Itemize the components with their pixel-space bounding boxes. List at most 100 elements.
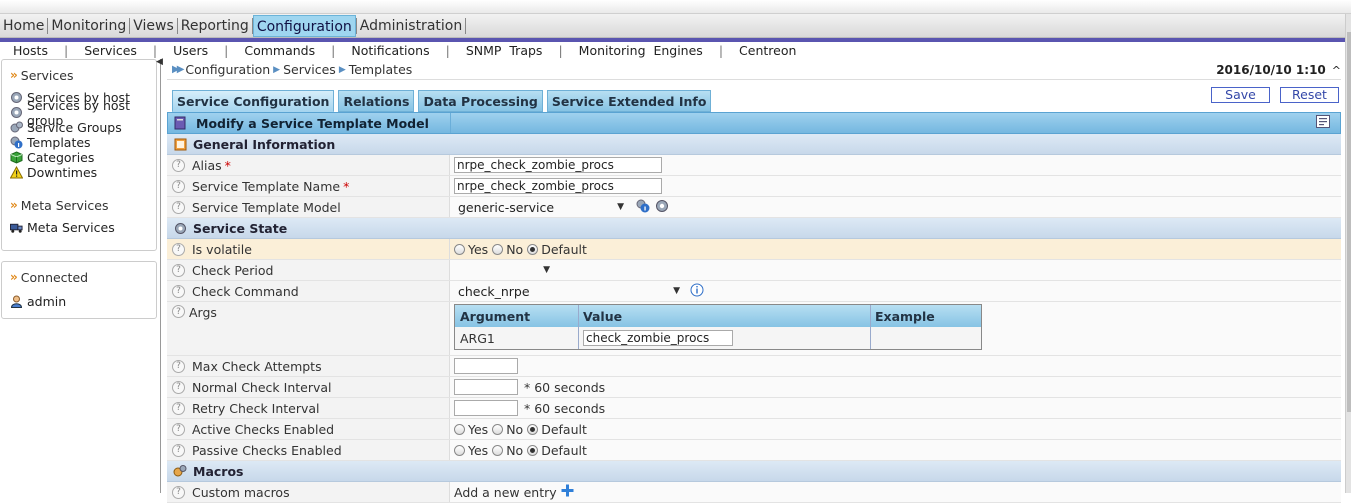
- help-icon[interactable]: ?: [172, 242, 185, 256]
- row-check-period: ? Check Period ▼: [167, 260, 1341, 281]
- double-chevron-icon: »: [10, 270, 18, 284]
- tab-service-configuration[interactable]: Service Configuration: [172, 90, 335, 112]
- arrow-right-icon: ▶: [273, 64, 281, 75]
- template-model-select[interactable]: generic-service ▼: [454, 198, 628, 216]
- tab-relations[interactable]: Relations: [338, 90, 415, 112]
- submenu-commands[interactable]: Commands: [244, 43, 315, 58]
- plus-icon[interactable]: [561, 484, 574, 500]
- help-icon[interactable]: ?: [172, 359, 185, 373]
- submenu-services[interactable]: Services: [84, 43, 137, 58]
- passive-yes-radio[interactable]: [454, 444, 465, 456]
- save-button[interactable]: Save: [1211, 87, 1270, 103]
- row-template-name: ? Service Template Name *: [167, 176, 1341, 197]
- submenu-monitoring-engines[interactable]: Monitoring Engines: [579, 43, 703, 58]
- gears-icon: [173, 464, 187, 478]
- required-marker: *: [343, 178, 350, 194]
- alias-input[interactable]: [454, 157, 662, 173]
- menu-administration[interactable]: Administration: [357, 15, 465, 37]
- gear-icon[interactable]: [655, 199, 669, 216]
- sidebar-item-downtimes[interactable]: Downtimes: [10, 165, 156, 180]
- submenu-notifications[interactable]: Notifications: [351, 43, 429, 58]
- help-icon[interactable]: ?: [172, 200, 185, 214]
- form-title-bar: Modify a Service Template Model: [167, 112, 1341, 134]
- passive-no-radio[interactable]: [492, 444, 504, 456]
- scrollbar-thumb[interactable]: [1347, 32, 1351, 412]
- menu-configuration[interactable]: Configuration: [252, 14, 356, 37]
- row-passive-checks: ? Passive Checks Enabled Yes No Default: [167, 440, 1341, 461]
- service-template-form: Modify a Service Template Model General …: [167, 112, 1341, 503]
- sidebar-item-meta-services[interactable]: Meta Services: [10, 220, 156, 235]
- tab-bar: Service Configuration Relations Data Pro…: [172, 90, 712, 112]
- row-args: ? Args Argument Value Example ARG1: [167, 302, 1341, 356]
- max-check-attempts-input[interactable]: [454, 358, 518, 374]
- help-icon[interactable]: ?: [172, 401, 185, 415]
- menu-reporting[interactable]: Reporting: [178, 15, 252, 37]
- sidebar-item-templates[interactable]: Templates: [10, 135, 156, 150]
- sidebar-connected-box: » Connected admin: [1, 261, 157, 319]
- help-icon[interactable]: ?: [172, 158, 185, 172]
- sidebar-item-categories[interactable]: Categories: [10, 150, 156, 165]
- active-no-radio[interactable]: [492, 423, 504, 435]
- page-scrollbar[interactable]: [1345, 14, 1351, 493]
- breadcrumb-services[interactable]: Services: [283, 62, 336, 77]
- submenu-hosts[interactable]: Hosts: [13, 43, 48, 58]
- template-info-icon: [10, 136, 23, 149]
- submenu-centreon[interactable]: Centreon: [739, 43, 796, 58]
- sidebar-services-header: » Services: [10, 66, 156, 84]
- template-name-input[interactable]: [454, 178, 662, 194]
- active-default-radio[interactable]: [527, 423, 539, 435]
- volatile-no-radio[interactable]: [492, 243, 504, 255]
- caret-up-icon[interactable]: ^: [1332, 64, 1341, 77]
- form-icon: [173, 137, 187, 151]
- tab-service-extended-info[interactable]: Service Extended Info: [546, 90, 712, 112]
- book-icon: [174, 116, 188, 130]
- help-icon[interactable]: ?: [172, 284, 185, 298]
- add-entry-link[interactable]: Add a new entry: [454, 485, 557, 500]
- active-yes-radio[interactable]: [454, 423, 465, 435]
- breadcrumb-configuration[interactable]: Configuration: [185, 62, 270, 77]
- row-active-checks: ? Active Checks Enabled Yes No Default: [167, 419, 1341, 440]
- list-icon[interactable]: [1316, 115, 1330, 131]
- chevron-down-icon: ▼: [673, 286, 680, 296]
- help-icon[interactable]: ?: [172, 422, 185, 436]
- datetime-text: 2016/10/10 1:10: [1216, 63, 1326, 77]
- check-period-select[interactable]: ▼: [454, 261, 554, 279]
- info-icon[interactable]: [690, 283, 704, 300]
- menu-monitoring[interactable]: Monitoring: [48, 15, 129, 37]
- sidebar-user-admin[interactable]: admin: [10, 294, 156, 309]
- sub-menu: Hosts | Services | Users | Commands | Notifi…: [13, 42, 797, 58]
- help-icon[interactable]: ?: [172, 179, 185, 193]
- green-cube-icon: [10, 151, 23, 164]
- arrow-right-icon: ▶: [338, 64, 346, 75]
- submenu-snmp-traps[interactable]: SNMP Traps: [466, 43, 543, 58]
- sidebar-item-services-by-hostgroup[interactable]: Services by host group: [10, 98, 156, 128]
- menu-home[interactable]: Home: [0, 15, 47, 37]
- help-icon[interactable]: ?: [172, 380, 185, 394]
- help-icon[interactable]: ?: [172, 305, 185, 318]
- volatile-yes-radio[interactable]: [454, 243, 465, 255]
- template-info-icon[interactable]: [636, 199, 650, 216]
- truck-icon: [10, 221, 23, 234]
- arg1-value-input[interactable]: [583, 330, 733, 346]
- help-icon[interactable]: ?: [172, 443, 185, 457]
- reset-button[interactable]: Reset: [1280, 87, 1339, 103]
- gear-icon: [173, 221, 187, 235]
- sidebar-divider[interactable]: [160, 59, 163, 493]
- submenu-users[interactable]: Users: [173, 43, 208, 58]
- menu-views[interactable]: Views: [130, 15, 177, 37]
- tab-data-processing[interactable]: Data Processing: [418, 90, 543, 112]
- retry-check-interval-input[interactable]: [454, 400, 518, 416]
- sidebar-services-title: Services: [20, 67, 74, 83]
- row-template-model: ? Service Template Model generic-service ▼: [167, 197, 1341, 218]
- help-icon[interactable]: ?: [172, 263, 185, 277]
- passive-default-radio[interactable]: [527, 444, 539, 456]
- help-icon[interactable]: ?: [172, 485, 185, 499]
- row-max-check-attempts: ? Max Check Attempts: [167, 356, 1341, 377]
- breadcrumb-templates[interactable]: Templates: [349, 62, 413, 77]
- normal-check-interval-input[interactable]: [454, 379, 518, 395]
- sidebar-services-box: » Services Services by host Services by h…: [1, 59, 157, 251]
- check-command-select[interactable]: check_nrpe ▼: [454, 282, 684, 300]
- volatile-default-radio[interactable]: [527, 243, 539, 255]
- row-is-volatile: ? Is volatile Yes No Default: [167, 239, 1341, 260]
- collapse-left-icon[interactable]: ◀: [156, 57, 163, 67]
